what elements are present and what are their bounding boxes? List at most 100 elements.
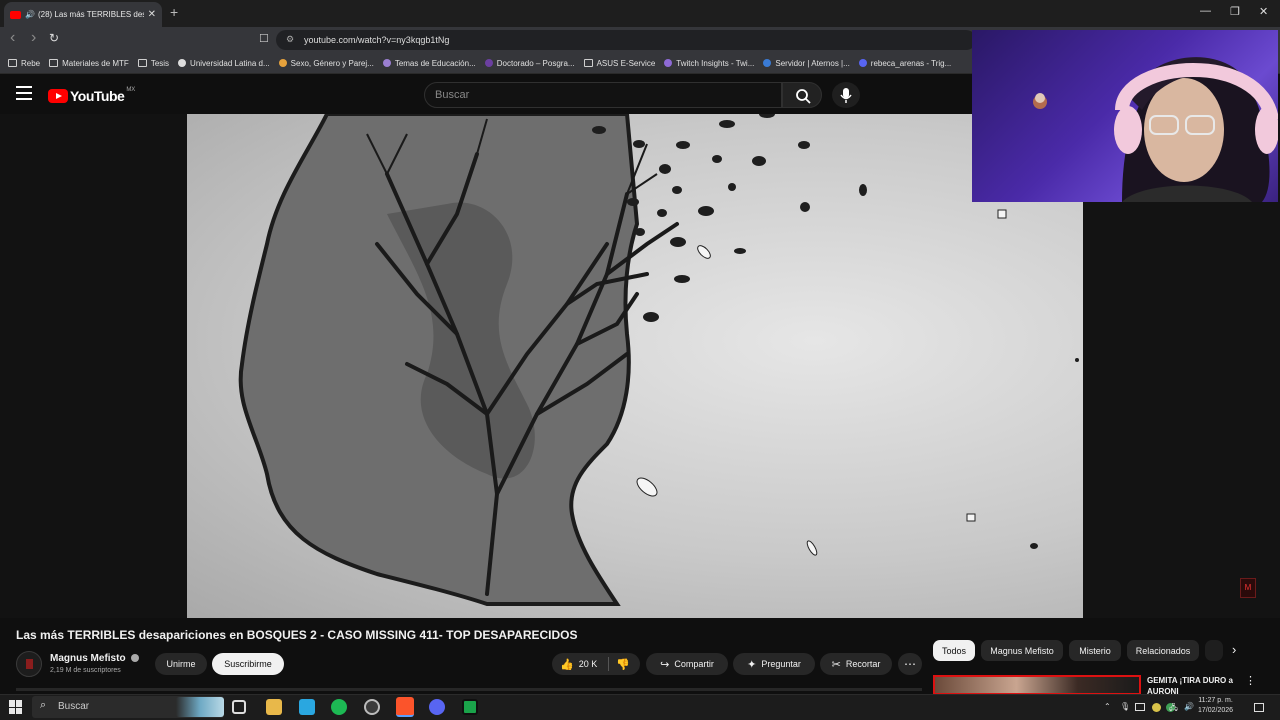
chart-icon [664,59,673,67]
browser-tab-bar [0,0,1280,27]
bookmark-item[interactable]: Sexo, Género y Parej... [278,59,374,68]
player-background [0,114,187,618]
app-tray-icon[interactable] [1152,703,1161,712]
bookmark-item[interactable]: Twitch Insights - Twi... [664,59,754,68]
chevron-right-icon[interactable]: › [1232,642,1236,657]
channel-name[interactable]: Magnus Mefisto [50,653,126,664]
thumbs-down-icon[interactable]: 👎 [616,658,630,671]
chip-channel[interactable]: Magnus Mefisto [981,640,1063,661]
display-tray-icon[interactable] [1135,703,1145,711]
address-bar[interactable]: ⚙ youtube.com/watch?v=ny3kqgb1tNg [276,30,976,50]
kebab-menu-icon[interactable]: ⋮ [1245,674,1256,687]
new-tab-button[interactable]: + [170,4,178,20]
description-box-edge [16,688,922,691]
search-input[interactable]: Buscar [424,82,782,108]
streamer-webcam-image [1033,57,1278,202]
close-tab-icon[interactable]: ✕ [148,9,156,20]
like-count[interactable]: 20 K [579,659,598,669]
clock[interactable]: 11:27 p. m. 17/02/2026 [1198,696,1233,716]
microphone-icon [840,88,852,103]
chip-partial[interactable] [1205,640,1223,661]
minimize-window-button[interactable]: — [1200,5,1211,17]
ask-button[interactable]: ✦ Preguntar [733,653,815,675]
like-dislike-group: 👍 20 K 👎 [552,653,640,675]
youtube-logo[interactable]: YouTube MX [48,87,135,104]
discord-icon[interactable] [429,699,445,715]
join-button[interactable]: Unirme [155,653,207,675]
site-icon [178,59,187,67]
channel-watermark[interactable]: M [1240,578,1256,598]
youtube-play-icon [48,89,68,103]
clip-button[interactable]: ✂ Recortar [820,653,892,675]
bookmark-item[interactable]: Rebe [8,59,40,68]
microphone-tray-icon[interactable]: 🎙 [1120,702,1130,711]
site-icon [858,59,867,67]
verified-check-icon [131,654,139,662]
bookmark-item[interactable]: Universidad Latina d... [178,59,270,68]
video-title: Las más TERRIBLES desapariciones en BOSQ… [16,628,578,642]
address-text: youtube.com/watch?v=ny3kqgb1tNg [304,35,450,45]
close-window-button[interactable]: ✕ [1259,5,1268,18]
bookmark-item[interactable]: Doctorado – Posgra... [484,59,575,68]
reload-button[interactable]: ↻ [49,31,59,45]
youtube-favicon-icon [10,10,21,19]
site-info-icon[interactable]: ⚙ [286,34,294,45]
suggested-video-title[interactable]: GEMITA ¡TIRA DURO a AURONI [1147,675,1237,695]
subscribe-button[interactable]: Suscribirme [212,653,284,675]
bookmark-item[interactable]: Tesis [137,59,169,68]
site-icon [382,59,391,67]
chip-all[interactable]: Todos [933,640,975,661]
more-actions-button[interactable]: ⋯ [898,653,922,675]
suggested-video-thumbnail[interactable] [933,675,1141,695]
folder-icon [49,59,59,67]
bookmark-item[interactable]: Servidor | Aternos |... [763,59,850,68]
chrome-icon[interactable] [364,699,380,715]
site-icon [484,59,493,67]
scissors-icon: ✂ [831,658,841,671]
chevron-up-icon[interactable]: ⌃ [1104,702,1111,711]
divider [608,657,609,671]
search-button[interactable] [782,82,822,108]
bookmark-item[interactable]: ASUS E-Service [583,59,655,68]
thumbs-up-icon[interactable]: 👍 [560,658,574,671]
share-button[interactable]: ↪ Compartir [646,653,728,675]
notifications-icon[interactable] [1254,703,1264,712]
task-view-icon[interactable] [232,700,246,714]
streamlabs-icon[interactable] [462,699,478,715]
folder-icon [583,59,593,67]
webcam-overlay [972,30,1278,202]
spotify-icon[interactable] [331,699,347,715]
bookmark-item[interactable]: Materiales de MTF [49,59,129,68]
site-icon [763,59,772,67]
brave-browser-icon[interactable] [396,697,414,717]
video-player[interactable] [187,114,1083,618]
volume-icon[interactable]: 🔊 [1184,702,1194,711]
folder-icon [8,59,17,67]
restore-window-button[interactable]: ❐ [1230,5,1240,18]
taskbar-search[interactable]: ⌕ Buscar [32,696,224,718]
voice-search-button[interactable] [832,82,860,108]
forward-button[interactable]: › [31,29,36,47]
bookmark-item[interactable]: rebeca_arenas - Trig... [858,59,951,68]
site-icon [278,59,287,67]
search-highlight-image [176,697,224,717]
tab-title: (28) Las más TERRIBLES desap [37,10,144,19]
sparkle-icon: ✦ [747,658,757,671]
search-icon [796,89,811,104]
network-icon[interactable]: 🖧 [1169,702,1178,716]
photoshop-express-icon[interactable] [299,699,315,715]
bookmark-item[interactable]: Temas de Educación... [382,59,476,68]
subscriber-count: 2,19 M de suscriptores [50,667,121,674]
browser-tab[interactable]: 🔊 (28) Las más TERRIBLES desap ✕ [4,2,162,27]
chip-related[interactable]: Relacionados [1127,640,1199,661]
channel-avatar[interactable] [16,651,42,677]
share-icon: ↪ [660,658,670,671]
chip-mystery[interactable]: Misterio [1069,640,1121,661]
bookmark-icon[interactable]: ☐ [259,32,269,45]
hamburger-menu-icon[interactable] [16,86,32,100]
windows-start-icon[interactable] [9,700,23,714]
search-icon: ⌕ [40,699,47,711]
file-explorer-icon[interactable] [266,699,282,715]
back-button[interactable]: ‹ [10,29,15,47]
speaker-icon[interactable]: 🔊 [25,10,35,19]
